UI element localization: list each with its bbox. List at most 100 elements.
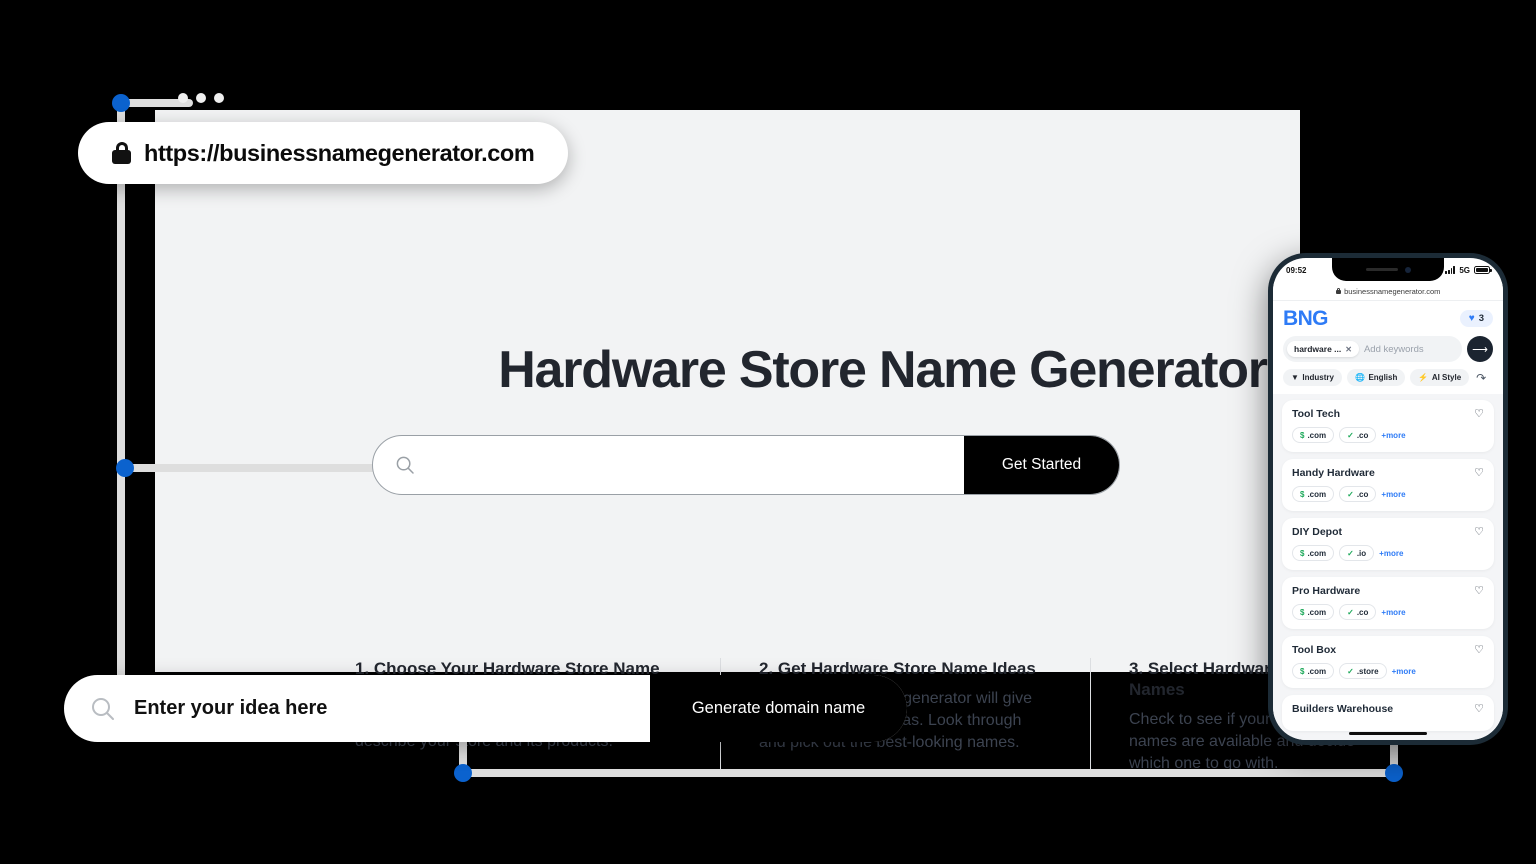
tag-ext: .store <box>1356 666 1379 676</box>
window-dot-icon <box>214 93 224 103</box>
idea-input[interactable] <box>116 675 650 742</box>
tag-ext: .com <box>1307 607 1327 617</box>
connector-dot-mid-left <box>116 459 134 477</box>
phone-url-bar[interactable]: businessnamegenerator.com <box>1273 282 1503 301</box>
favorites-badge[interactable]: ♥ 3 <box>1459 310 1493 327</box>
browser-page: Hardware Store Name Generator Generate n… <box>155 110 1355 775</box>
more-link[interactable]: +more <box>1381 490 1405 499</box>
filter-label: Industry <box>1302 373 1334 382</box>
heart-outline-icon[interactable]: ♡ <box>1474 408 1484 420</box>
tag-ext: .com <box>1307 430 1327 440</box>
generate-domain-name-button[interactable]: Generate domain name <box>650 675 907 742</box>
result-name: Tool Box <box>1292 644 1337 656</box>
network-type: 5G <box>1459 265 1470 275</box>
result-name: Handy Hardware <box>1292 467 1375 479</box>
domain-tag: ✓ .co <box>1339 604 1377 620</box>
filter-chip-ai-style[interactable]: ⚡ AI Style <box>1410 369 1470 386</box>
search-icon <box>92 697 114 720</box>
tag-ext: .co <box>1356 489 1369 499</box>
tag-ext: .com <box>1307 548 1327 558</box>
window-dot-icon <box>178 93 188 103</box>
more-link[interactable]: +more <box>1392 667 1416 676</box>
phone-mockup: 09:52 5G businessnamegenerator.com BNG ♥… <box>1268 253 1508 745</box>
tag-ext: .co <box>1356 430 1369 440</box>
bolt-icon: ⚡ <box>1418 373 1429 382</box>
heart-outline-icon[interactable]: ♡ <box>1474 526 1484 538</box>
filter-row: ▼ Industry 🌐 English ⚡ AI Style ↷ <box>1283 369 1493 386</box>
phone-screen: 09:52 5G businessnamegenerator.com BNG ♥… <box>1273 258 1503 740</box>
domain-tag: ✓ .store <box>1339 663 1387 679</box>
connector-dot-top-left <box>112 94 130 112</box>
result-card[interactable]: Pro Hardware ♡ $ .com ✓ .co +more <box>1282 577 1494 629</box>
heart-filled-icon: ♥ <box>1468 312 1475 324</box>
get-started-button[interactable]: Get Started <box>964 436 1119 494</box>
arrow-right-icon[interactable]: ⟶ <box>1467 336 1493 362</box>
check-icon: ✓ <box>1347 666 1354 676</box>
domain-tag: $ .com <box>1292 486 1335 502</box>
dollar-icon: $ <box>1300 489 1305 499</box>
filter-chip-language[interactable]: 🌐 English <box>1346 369 1406 386</box>
filter-label: English <box>1368 373 1398 382</box>
connector-dot-bottom-right <box>1385 764 1403 782</box>
tag-ext: .com <box>1307 666 1327 676</box>
result-card[interactable]: DIY Depot ♡ $ .com ✓ .io +more <box>1282 518 1494 570</box>
heart-outline-icon[interactable]: ♡ <box>1474 467 1484 479</box>
url-bar[interactable]: https://businessnamegenerator.com <box>78 122 569 184</box>
brand-row: BNG ♥ 3 <box>1283 308 1493 329</box>
phone-url-text: businessnamegenerator.com <box>1344 286 1441 296</box>
filter-chip-industry[interactable]: ▼ Industry <box>1283 369 1342 386</box>
lock-icon <box>112 142 131 164</box>
hero-search-input[interactable] <box>373 436 964 494</box>
result-name: Builders Warehouse <box>1292 703 1394 715</box>
hero-search-bar[interactable]: Get Started <box>372 435 1120 495</box>
more-link[interactable]: +more <box>1381 431 1405 440</box>
keyword-chip-label: hardware ... <box>1294 344 1342 354</box>
domain-tag: $ .com <box>1292 545 1335 561</box>
result-name: DIY Depot <box>1292 526 1342 538</box>
check-icon: ✓ <box>1347 489 1354 499</box>
domain-tag: ✓ .co <box>1339 486 1377 502</box>
more-link[interactable]: +more <box>1381 608 1405 617</box>
heart-outline-icon[interactable]: ♡ <box>1474 703 1484 715</box>
heart-outline-icon[interactable]: ♡ <box>1474 644 1484 656</box>
keyword-row: hardware ... ✕ Add keywords ⟶ <box>1283 336 1493 362</box>
favorites-count: 3 <box>1478 313 1484 324</box>
domain-tag: $ .com <box>1292 604 1335 620</box>
more-link[interactable]: +more <box>1379 549 1403 558</box>
filter-label: AI Style <box>1431 373 1462 382</box>
result-card[interactable]: Handy Hardware ♡ $ .com ✓ .co +more <box>1282 459 1494 511</box>
funnel-icon: ▼ <box>1291 373 1299 382</box>
heart-outline-icon[interactable]: ♡ <box>1474 585 1484 597</box>
speaker-icon <box>1365 267 1398 272</box>
connector-line-mid <box>125 464 383 472</box>
tag-ext: .io <box>1356 548 1367 558</box>
keywords-field[interactable]: hardware ... ✕ Add keywords <box>1283 336 1462 362</box>
bng-logo[interactable]: BNG <box>1283 308 1328 329</box>
tag-ext: .com <box>1307 489 1327 499</box>
domain-tag: $ .com <box>1292 663 1335 679</box>
camera-icon <box>1404 266 1411 273</box>
check-icon: ✓ <box>1347 607 1354 617</box>
check-icon: ✓ <box>1347 548 1354 558</box>
result-card[interactable]: Builders Warehouse ♡ <box>1282 695 1494 731</box>
domain-tag: ✓ .co <box>1339 427 1377 443</box>
globe-icon: 🌐 <box>1354 373 1365 382</box>
domain-tag: $ .com <box>1292 427 1335 443</box>
dollar-icon: $ <box>1300 548 1305 558</box>
add-keywords-placeholder: Add keywords <box>1363 343 1424 355</box>
domain-tag: ✓ .io <box>1339 545 1375 561</box>
url-text: https://businessnamegenerator.com <box>144 139 535 166</box>
keyword-chip[interactable]: hardware ... ✕ <box>1287 341 1359 357</box>
status-time: 09:52 <box>1286 265 1307 275</box>
battery-icon <box>1474 266 1492 274</box>
bottom-search-bar[interactable]: Generate domain name <box>64 675 907 742</box>
close-icon[interactable]: ✕ <box>1345 345 1352 354</box>
screenshot-root: Hardware Store Name Generator Generate n… <box>0 0 1536 864</box>
result-card[interactable]: Tool Tech ♡ $ .com ✓ .co +more <box>1282 400 1494 452</box>
result-card[interactable]: Tool Box ♡ $ .com ✓ .store +more <box>1282 636 1494 688</box>
tag-ext: .co <box>1356 607 1369 617</box>
connector-dot-bottom-left <box>454 764 472 782</box>
result-name: Tool Tech <box>1292 408 1341 420</box>
browser-window-controls <box>178 93 224 103</box>
refresh-icon[interactable]: ↷ <box>1476 371 1486 385</box>
